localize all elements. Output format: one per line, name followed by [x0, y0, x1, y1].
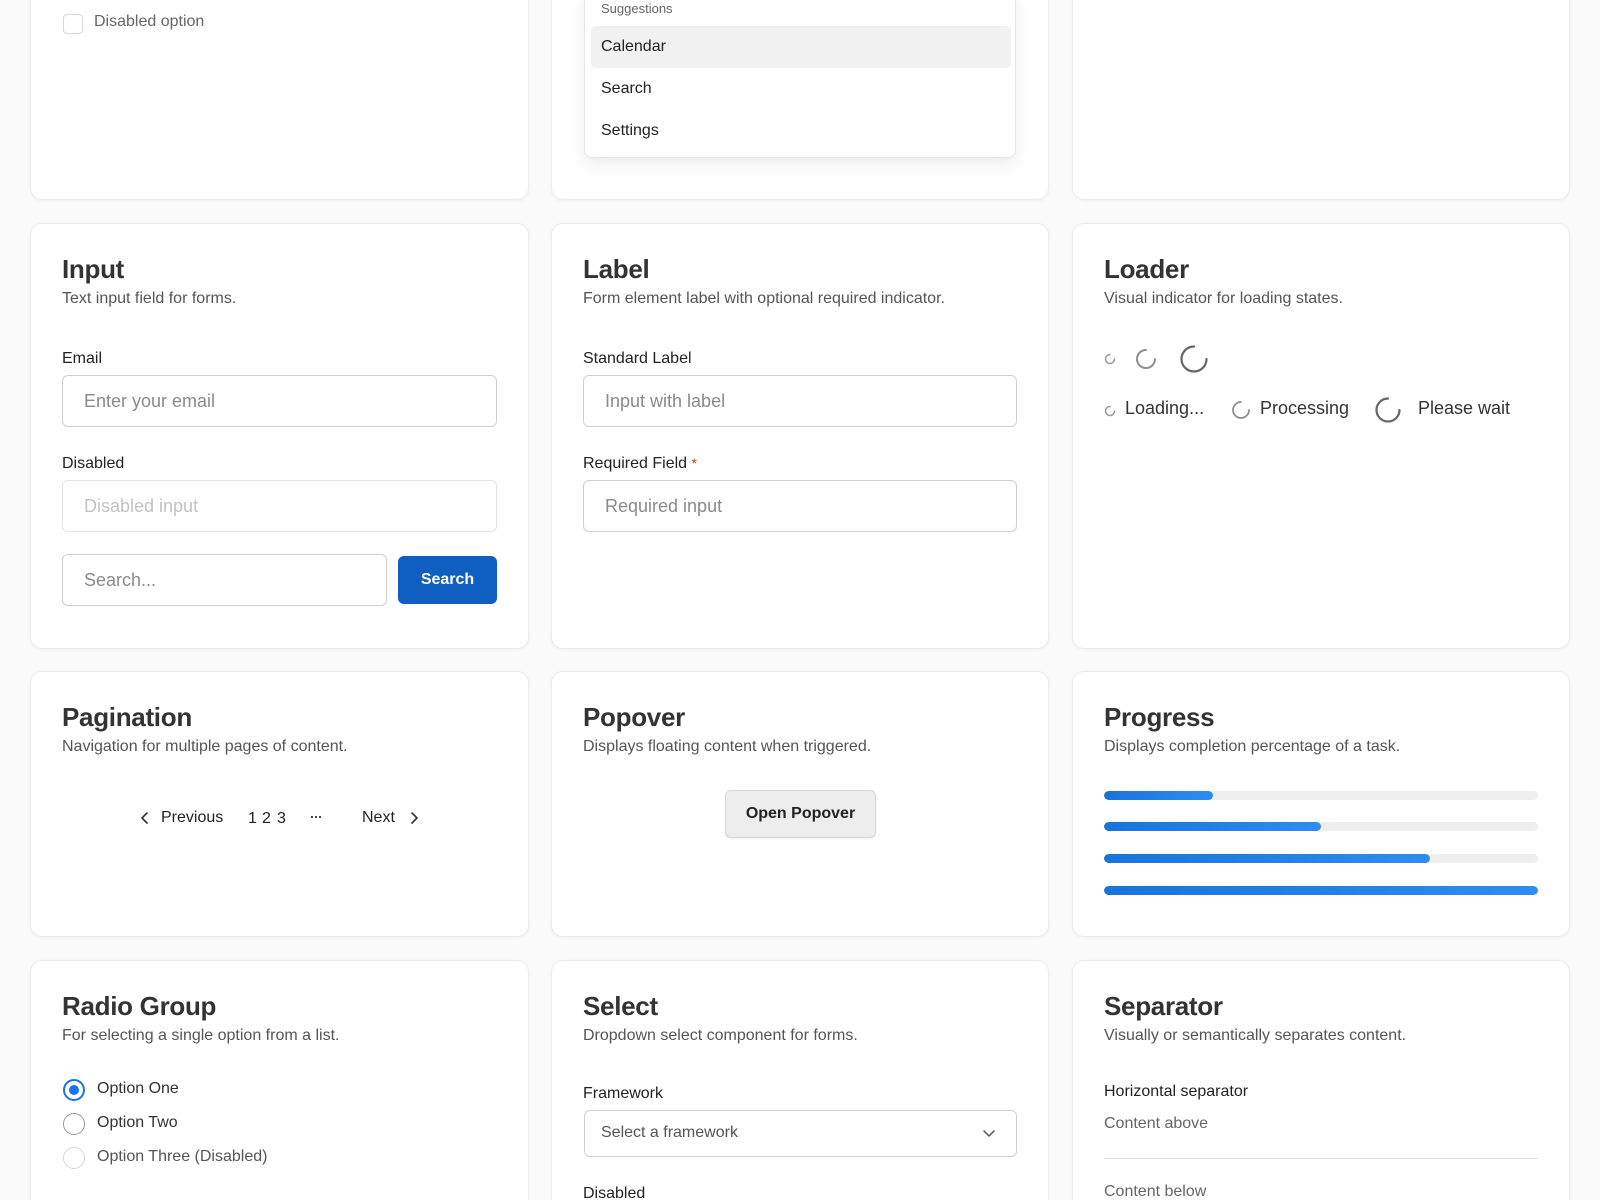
pagination-card: Pagination Navigation for multiple pages…: [30, 671, 529, 937]
select-card: Select Dropdown select component for for…: [551, 960, 1049, 1200]
required-label: Required Field *: [583, 455, 697, 473]
email-input[interactable]: [62, 375, 497, 427]
progress-card: Progress Displays completion percentage …: [1072, 671, 1570, 937]
suggestion-calendar[interactable]: Calendar: [591, 26, 1011, 68]
progress-bar-3: [1104, 854, 1538, 863]
horizontal-separator: [1104, 1158, 1538, 1159]
spinner-small-icon: [1104, 353, 1116, 365]
processing-spinner-icon: [1232, 401, 1250, 419]
progress-fill-1: [1104, 791, 1213, 800]
standard-input[interactable]: [583, 375, 1017, 427]
progress-card-description: Displays completion percentage of a task…: [1104, 738, 1401, 755]
horizontal-separator-label: Horizontal separator: [1104, 1083, 1249, 1100]
framework-select[interactable]: Select a framework: [584, 1110, 1017, 1157]
suggestion-settings[interactable]: Settings: [591, 110, 1011, 152]
label-card-description: Form element label with optional require…: [583, 290, 945, 307]
disabled-input: [62, 480, 497, 532]
select-card-description: Dropdown select component for forms.: [583, 1027, 858, 1044]
please-wait-text: Please wait: [1418, 398, 1511, 418]
open-popover-button[interactable]: Open Popover: [725, 790, 876, 838]
spinner-medium-icon: [1136, 349, 1156, 369]
disabled-label: Disabled: [62, 455, 125, 472]
pagination-ellipsis: ···: [309, 806, 323, 826]
label-card-title: Label: [583, 254, 650, 284]
progress-card-title: Progress: [1104, 702, 1215, 732]
pagination-card-title: Pagination: [62, 702, 192, 732]
separator-card-description: Visually or semantically separates conte…: [1104, 1027, 1407, 1044]
checkbox-card: Disabled option: [30, 0, 529, 200]
pagination-page-1[interactable]: 1: [248, 810, 257, 828]
select-card-title: Select: [583, 991, 658, 1021]
input-card-description: Text input field for forms.: [62, 290, 237, 307]
pagination-page-2[interactable]: 2: [262, 810, 271, 828]
search-input[interactable]: [62, 554, 387, 606]
content-below-text: Content below: [1104, 1183, 1207, 1200]
loading-text: Loading...: [1125, 398, 1205, 418]
radio-card-description: For selecting a single option from a lis…: [62, 1027, 340, 1044]
select-disabled-label: Disabled: [583, 1185, 646, 1200]
popover-card-description: Displays floating content when triggered…: [583, 738, 872, 755]
suggestions-heading: Suggestions: [601, 1, 673, 16]
radio-option-three-label: Option Three (Disabled): [97, 1148, 268, 1165]
disabled-checkbox: [63, 14, 83, 34]
chevron-right-icon: [411, 812, 418, 824]
input-card: Input Text input field for forms. Email …: [30, 223, 529, 649]
input-card-title: Input: [62, 254, 125, 284]
spinner-large-icon: [1180, 345, 1208, 373]
pagination-card-description: Navigation for multiple pages of content…: [62, 738, 348, 755]
loader-card-title: Loader: [1104, 254, 1189, 284]
search-button[interactable]: Search: [398, 556, 497, 604]
radio-card-title: Radio Group: [62, 991, 217, 1021]
progress-fill-2: [1104, 822, 1321, 831]
label-card: Label Form element label with optional r…: [551, 223, 1049, 649]
radio-option-one[interactable]: [63, 1079, 85, 1101]
email-label: Email: [62, 350, 103, 367]
suggestion-search[interactable]: Search: [591, 68, 1011, 110]
popover-card: Popover Displays floating content when t…: [551, 671, 1049, 937]
suggestions-dropdown: Suggestions Calendar Search Settings: [584, 0, 1016, 158]
framework-select-value: Select a framework: [601, 1124, 738, 1141]
radio-group-card: Radio Group For selecting a single optio…: [30, 960, 529, 1200]
checkbox-disabled-label: Disabled option: [94, 13, 205, 30]
required-input[interactable]: [583, 480, 1017, 532]
required-asterisk: *: [691, 455, 697, 471]
framework-label: Framework: [583, 1085, 664, 1102]
progress-bar-4: [1104, 886, 1538, 895]
pagination-next[interactable]: Next: [362, 809, 395, 827]
required-label-text: Required Field: [583, 455, 688, 472]
radio-option-two-label: Option Two: [97, 1114, 178, 1131]
chevron-down-icon: [983, 1130, 995, 1137]
progress-fill-4: [1104, 886, 1538, 895]
separator-card: Separator Visually or semantically separ…: [1072, 960, 1570, 1200]
loader-card-description: Visual indicator for loading states.: [1104, 290, 1343, 307]
content-above-text: Content above: [1104, 1115, 1209, 1132]
radio-option-one-label: Option One: [97, 1080, 179, 1097]
pagination-page-3[interactable]: 3: [277, 810, 286, 828]
pagination-previous[interactable]: Previous: [161, 809, 223, 827]
loader-card: Loader Visual indicator for loading stat…: [1072, 223, 1570, 649]
processing-text: Processing: [1260, 398, 1350, 418]
loading-spinner-icon: [1104, 405, 1116, 417]
empty-card: [1072, 0, 1570, 200]
please-wait-spinner-icon: [1375, 397, 1401, 423]
radio-option-three: [63, 1147, 85, 1169]
chevron-left-icon: [141, 812, 148, 824]
progress-bar-2: [1104, 822, 1538, 831]
standard-label: Standard Label: [583, 350, 692, 367]
separator-card-title: Separator: [1104, 991, 1223, 1021]
progress-bar-1: [1104, 791, 1538, 800]
progress-fill-3: [1104, 854, 1430, 863]
popover-card-title: Popover: [583, 702, 685, 732]
radio-option-two[interactable]: [63, 1113, 85, 1135]
